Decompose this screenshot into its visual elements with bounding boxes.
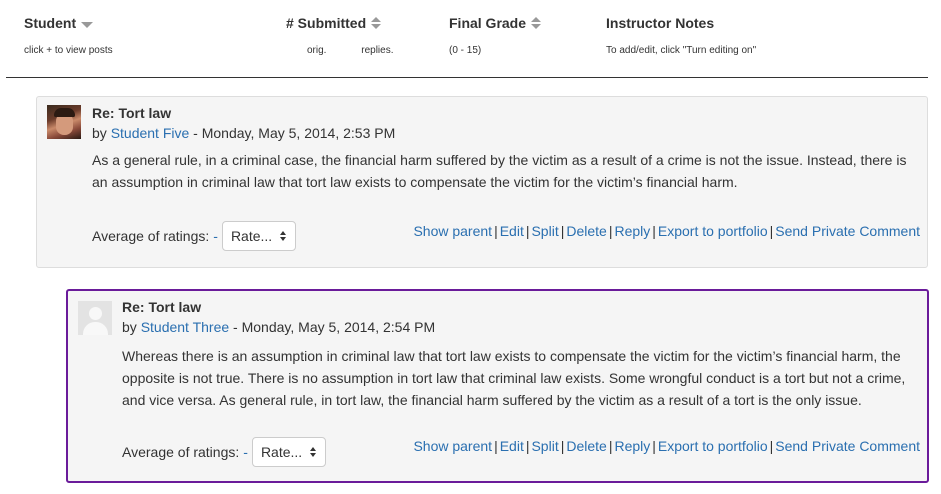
column-student-hint: click + to view posts	[24, 45, 113, 56]
send-private-comment-link[interactable]: Send Private Comment	[775, 438, 920, 454]
select-updown-icon	[279, 231, 287, 241]
edit-link[interactable]: Edit	[500, 223, 524, 239]
rate-select[interactable]: Rate...	[251, 437, 326, 467]
column-notes: Instructor Notes To add/edit, click "Tur…	[606, 15, 756, 56]
post-subject: Re: Tort law	[122, 299, 202, 315]
user-avatar-placeholder[interactable]	[78, 301, 112, 335]
user-avatar[interactable]	[47, 105, 81, 139]
post-commands: Show parent | Edit | Split | Delete | Reply | Expo…	[413, 438, 920, 454]
sort-icon[interactable]	[531, 17, 542, 29]
column-submitted: # Submitted orig. replies.	[286, 15, 393, 56]
average-ratings: Average of ratings: - Rate...	[92, 221, 296, 251]
edit-link[interactable]: Edit	[500, 438, 524, 454]
split-link[interactable]: Split	[531, 223, 558, 239]
grading-table-header: Student click + to view posts # Submitte…	[0, 0, 941, 78]
column-notes-hint: To add/edit, click "Turn editing on"	[606, 45, 757, 56]
column-grade-header[interactable]: Final Grade	[449, 15, 542, 31]
reply-link[interactable]: Reply	[614, 438, 650, 454]
export-portfolio-link[interactable]: Export to portfolio	[658, 223, 768, 239]
column-student-header[interactable]: Student	[24, 15, 113, 31]
average-ratings: Average of ratings: - Rate...	[122, 437, 326, 467]
rate-select[interactable]: Rate...	[221, 221, 296, 251]
average-rating-value[interactable]: -	[213, 228, 218, 244]
post-commands: Show parent | Edit | Split | Delete | Reply | Expo…	[413, 223, 920, 239]
export-portfolio-link[interactable]: Export to portfolio	[658, 438, 768, 454]
forum-post: Re: Tort law by Student Five - Monday, M…	[36, 96, 928, 268]
post-content: Whereas there is an assumption in crimin…	[122, 348, 906, 408]
column-grade: Final Grade (0 - 15)	[449, 15, 542, 56]
delete-link[interactable]: Delete	[566, 438, 606, 454]
column-submitted-header[interactable]: # Submitted	[286, 15, 393, 31]
column-submitted-hint: orig. replies.	[286, 45, 393, 56]
header-divider	[6, 77, 928, 78]
author-link[interactable]: Student Five	[111, 125, 190, 141]
submitted-replies-label: replies.	[361, 45, 394, 56]
column-grade-hint: (0 - 15)	[449, 45, 482, 56]
send-private-comment-link[interactable]: Send Private Comment	[775, 223, 920, 239]
column-student: Student click + to view posts	[24, 15, 113, 56]
forum-post-highlighted: Re: Tort law by Student Three - Monday, …	[66, 289, 929, 483]
average-rating-value[interactable]: -	[243, 444, 248, 460]
author-link[interactable]: Student Three	[141, 319, 229, 335]
split-link[interactable]: Split	[531, 438, 558, 454]
post-date: - Monday, May 5, 2014, 2:54 PM	[229, 319, 436, 335]
show-parent-link[interactable]: Show parent	[413, 223, 492, 239]
column-notes-header: Instructor Notes	[606, 15, 715, 31]
post-byline: by Student Three - Monday, May 5, 2014, …	[122, 319, 436, 335]
show-parent-link[interactable]: Show parent	[413, 438, 492, 454]
reply-link[interactable]: Reply	[614, 223, 650, 239]
sort-down-icon[interactable]	[81, 22, 94, 28]
sort-icon[interactable]	[371, 17, 382, 29]
post-byline: by Student Five - Monday, May 5, 2014, 2…	[92, 125, 396, 141]
submitted-orig-label: orig.	[307, 45, 327, 56]
post-date: - Monday, May 5, 2014, 2:53 PM	[189, 125, 396, 141]
post-content: As a general rule, in a criminal case, t…	[92, 152, 907, 190]
select-updown-icon	[309, 447, 317, 457]
delete-link[interactable]: Delete	[566, 223, 606, 239]
post-subject: Re: Tort law	[92, 105, 172, 121]
